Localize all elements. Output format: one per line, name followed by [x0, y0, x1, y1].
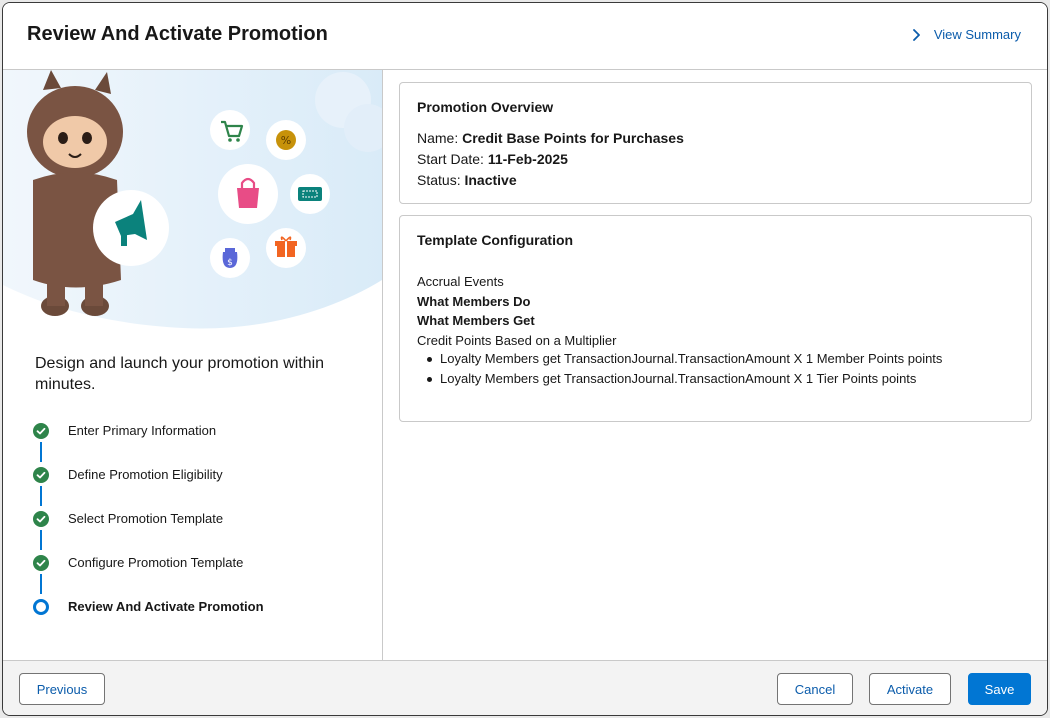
- svg-text:%: %: [281, 134, 291, 147]
- view-summary-link[interactable]: View Summary: [912, 27, 1021, 42]
- step-enter-primary-information[interactable]: Enter Primary Information: [33, 420, 363, 464]
- step-configure-promotion-template[interactable]: Configure Promotion Template: [33, 552, 363, 596]
- step-label: Review And Activate Promotion: [68, 599, 264, 614]
- gift-icon: [266, 228, 306, 268]
- credit-points-label: Credit Points Based on a Multiplier: [417, 333, 617, 348]
- step-define-promotion-eligibility[interactable]: Define Promotion Eligibility: [33, 464, 363, 508]
- money-bag-icon: $: [210, 238, 250, 278]
- list-item: Loyalty Members get TransactionJournal.T…: [426, 351, 942, 371]
- percent-badge-icon: %: [266, 120, 306, 160]
- card-title: Template Configuration: [417, 232, 574, 248]
- mascot-image: [27, 70, 123, 316]
- overview-status: Status: Inactive: [417, 172, 517, 188]
- svg-text:$: $: [227, 258, 233, 268]
- current-step-icon: [33, 599, 49, 615]
- step-label: Enter Primary Information: [68, 423, 217, 438]
- step-connector: [40, 530, 42, 550]
- step-label: Define Promotion Eligibility: [68, 467, 223, 482]
- promotion-modal: Review And Activate Promotion View Summa…: [2, 2, 1048, 716]
- what-members-get-label: What Members Get: [417, 313, 535, 328]
- overview-start-date: Start Date: 11-Feb-2025: [417, 151, 568, 167]
- shopping-bag-icon: [218, 164, 278, 224]
- shopping-cart-icon: [210, 110, 250, 150]
- status-value: Inactive: [464, 172, 517, 188]
- name-value: Credit Base Points for Purchases: [462, 130, 684, 146]
- start-date-value: 11-Feb-2025: [487, 151, 568, 167]
- check-circle-icon: [33, 423, 49, 439]
- step-review-and-activate-promotion[interactable]: Review And Activate Promotion: [33, 596, 363, 640]
- card-title: Promotion Overview: [417, 99, 554, 115]
- megaphone-icon: [93, 190, 169, 266]
- list-item: Loyalty Members get TransactionJournal.T…: [426, 371, 942, 391]
- step-connector: [40, 486, 42, 506]
- activate-button[interactable]: Activate: [869, 673, 951, 705]
- accrual-events-label: Accrual Events: [417, 274, 504, 289]
- check-circle-icon: [33, 511, 49, 527]
- check-circle-icon: [33, 555, 49, 571]
- left-panel: % $ Design and launch your promotion wit…: [3, 70, 383, 660]
- overview-name: Name: Credit Base Points for Purchases: [417, 130, 684, 146]
- step-label: Configure Promotion Template: [68, 555, 244, 570]
- modal-footer: Previous Cancel Activate Save: [3, 660, 1047, 715]
- previous-button[interactable]: Previous: [19, 673, 105, 705]
- view-summary-label: View Summary: [933, 27, 1021, 42]
- cancel-button[interactable]: Cancel: [777, 673, 853, 705]
- name-label: Name:: [417, 130, 459, 146]
- step-label: Select Promotion Template: [68, 511, 224, 526]
- reward-list: Loyalty Members get TransactionJournal.T…: [426, 351, 942, 391]
- ticket-icon: [290, 174, 330, 214]
- main-content: Promotion Overview Name: Credit Base Poi…: [384, 70, 1047, 660]
- step-connector: [40, 574, 42, 594]
- save-button[interactable]: Save: [968, 673, 1031, 705]
- template-configuration-card: Template Configuration Accrual Events Wh…: [399, 215, 1032, 422]
- progress-steps: Enter Primary Information Define Promoti…: [33, 420, 363, 640]
- modal-header: Review And Activate Promotion View Summa…: [3, 3, 1047, 70]
- tagline: Design and launch your promotion within …: [35, 355, 325, 393]
- promotion-overview-card: Promotion Overview Name: Credit Base Poi…: [399, 82, 1032, 204]
- step-connector: [40, 442, 42, 462]
- chevron-right-icon: [912, 28, 920, 41]
- step-select-promotion-template[interactable]: Select Promotion Template: [33, 508, 363, 552]
- status-label: Status:: [417, 172, 461, 188]
- start-date-label: Start Date:: [417, 151, 484, 167]
- what-members-do-label: What Members Do: [417, 294, 531, 309]
- check-circle-icon: [33, 467, 49, 483]
- page-title: Review And Activate Promotion: [27, 23, 328, 45]
- promotion-illustration: % $: [3, 70, 382, 332]
